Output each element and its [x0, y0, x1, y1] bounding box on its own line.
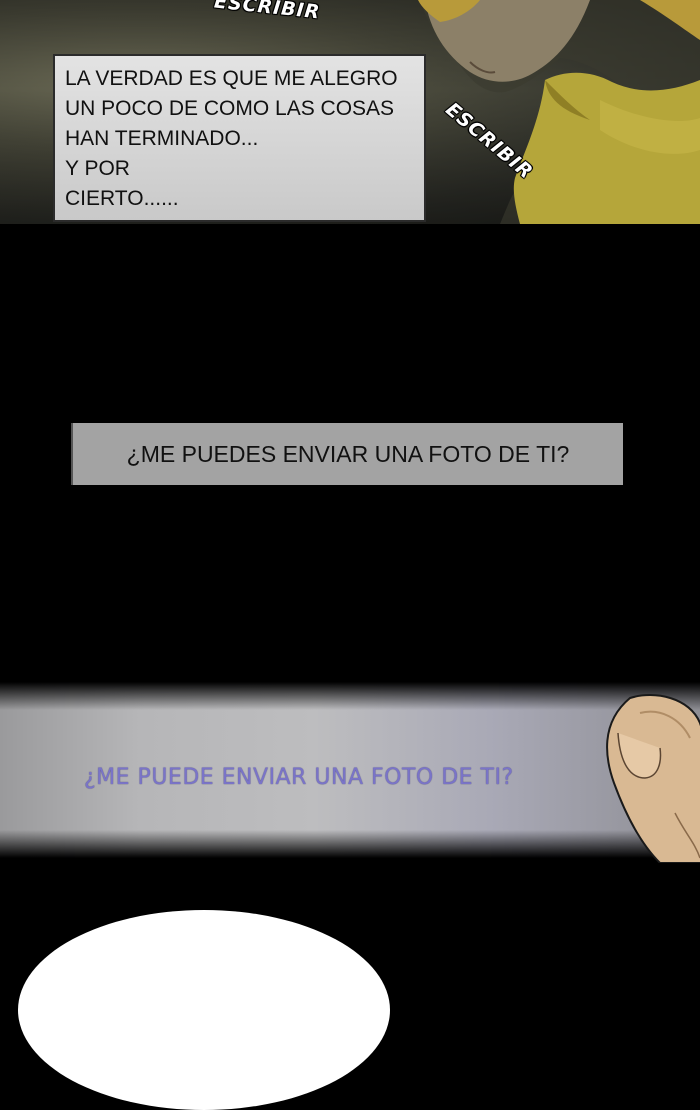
caption-line: UN POCO DE COMO LAS COSAS	[65, 97, 395, 120]
phone-message-text: ¿ME PUEDE ENVIAR UNA FOTO DE TI?	[84, 765, 514, 790]
thumb-icon	[606, 694, 700, 863]
question-caption: ¿ME PUEDES ENVIAR UNA FOTO DE TI?	[71, 423, 623, 485]
narration-caption: LA VERDAD ES QUE ME ALEGRO UN POCO DE CO…	[53, 54, 426, 222]
caption-line: CIERTO......	[65, 187, 179, 210]
caption-line: LA VERDAD ES QUE ME ALEGRO	[65, 67, 398, 90]
phone-screen-strip: ¿ME PUEDE ENVIAR UNA FOTO DE TI?	[0, 682, 700, 858]
strip-fade-top	[0, 682, 700, 710]
caption-line: HAN TERMINADO...	[65, 127, 259, 150]
caption-line: Y POR	[65, 157, 130, 180]
top-panel: ESCRIBIR ESCRIBIR LA VERDAD ES QUE ME AL…	[0, 0, 700, 224]
speech-bubble	[18, 910, 390, 1110]
strip-fade-bottom	[0, 830, 700, 858]
